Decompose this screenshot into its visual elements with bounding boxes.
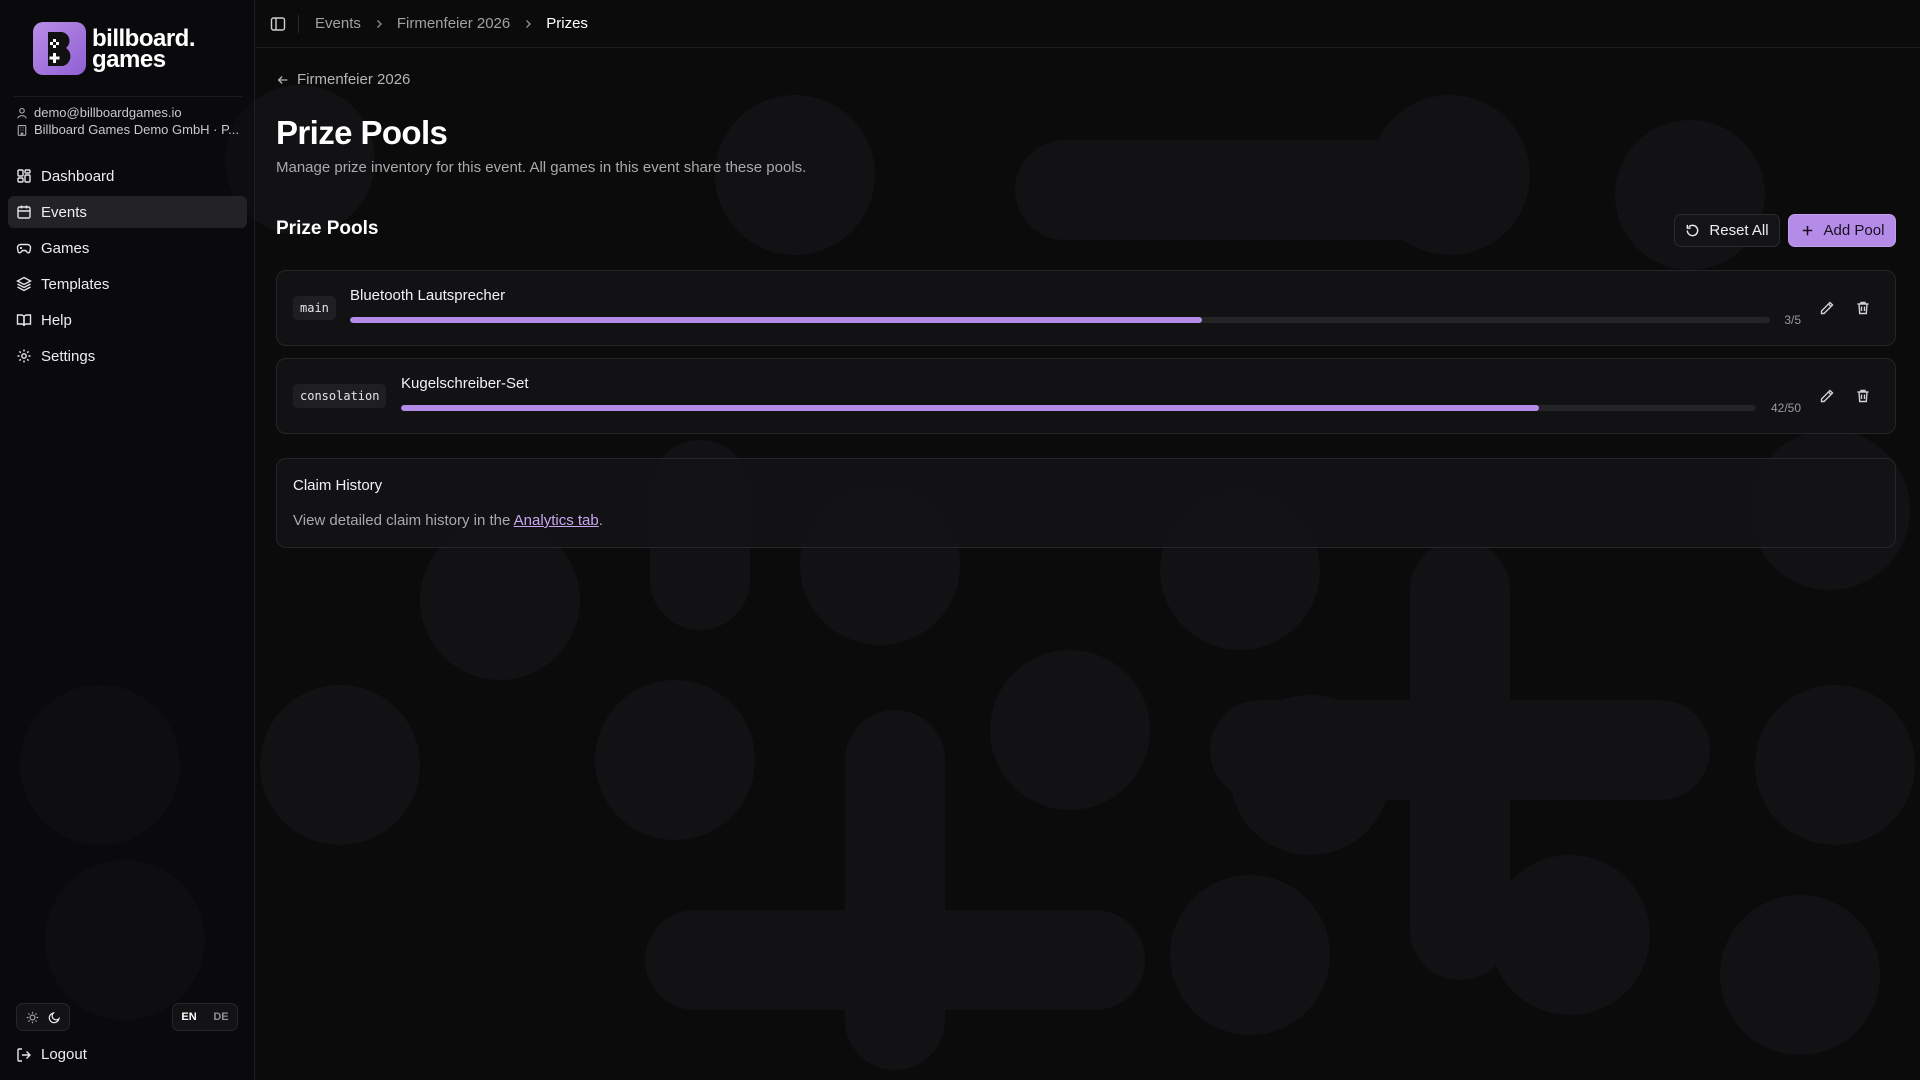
pool-progress-track [401,405,1756,411]
add-pool-label: Add Pool [1823,222,1885,239]
account-info: demo@billboardgames.io Billboard Games D… [16,104,241,138]
lang-en-option[interactable]: EN [181,1011,196,1023]
pool-name: Kugelschreiber-Set [401,375,529,392]
account-email-row: demo@billboardgames.io [16,104,241,121]
sidebar-item-label: Events [41,203,87,221]
pool-count: 42/50 [1770,401,1801,415]
sidebar-item-label: Help [41,311,72,329]
reset-icon [1687,224,1699,237]
trash-icon [1857,389,1869,403]
breadcrumb-current: Prizes [546,15,588,32]
claim-history-card: Claim History View detailed claim histor… [276,458,1896,548]
moon-icon[interactable] [48,1011,61,1024]
back-link[interactable]: Firmenfeier 2026 [276,71,410,88]
back-link-label: Firmenfeier 2026 [297,71,411,88]
account-email: demo@billboardgames.io [34,105,182,120]
sidebar-divider [14,96,242,97]
brand-line-2: games [92,45,166,73]
account-org-row: Billboard Games Demo GmbH · P... [16,121,241,138]
sidebar-item-settings[interactable]: Settings [8,340,247,372]
gear-icon [17,349,31,363]
add-pool-button[interactable]: Add Pool [1788,214,1896,247]
claim-history-text: View detailed claim history in the Analy… [293,512,603,529]
delete-pool-button[interactable] [1853,386,1873,406]
sidebar: billboard. games demo@billboardgames.io … [0,0,255,1080]
page-description: Manage prize inventory for this event. A… [276,159,807,176]
pencil-icon [1820,389,1834,403]
logout-icon [17,1047,31,1062]
top-bar: Events Firmenfeier 2026 Prizes [256,0,1920,48]
breadcrumb-events[interactable]: Events [315,15,361,32]
arrow-left-icon [277,75,288,84]
edit-pool-button[interactable] [1817,298,1837,318]
delete-pool-button[interactable] [1853,298,1873,318]
breadcrumb-event[interactable]: Firmenfeier 2026 [397,15,510,32]
sidebar-item-label: Games [41,239,90,257]
page-title: Prize Pools [276,114,448,151]
pencil-icon [1820,301,1834,315]
pool-card: main Bluetooth Lautsprecher 3/5 [276,270,1896,346]
book-icon [16,314,32,327]
sidebar-item-dashboard[interactable]: Dashboard [8,160,247,192]
brand-name: billboard. games [92,26,196,73]
sidebar-item-help[interactable]: Help [8,304,247,336]
pool-progress-fill [350,317,1202,323]
pool-progress-track [350,317,1770,323]
plus-icon [1802,225,1812,236]
sun-icon[interactable] [26,1011,39,1024]
lang-de-option[interactable]: DE [213,1011,228,1023]
sidebar-item-label: Settings [41,347,96,365]
sidebar-item-label: Dashboard [41,167,115,185]
sidebar-toggle-icon[interactable] [270,16,286,32]
language-toggle[interactable]: EN DE [172,1003,238,1031]
pool-name: Bluetooth Lautsprecher [350,287,506,304]
calendar-icon [17,205,31,219]
sidebar-item-games[interactable]: Games [8,232,247,264]
logout-button[interactable]: Logout [16,1046,87,1063]
building-icon [17,124,27,136]
brand-logo[interactable]: billboard. games [33,22,196,75]
analytics-tab-link[interactable]: Analytics tab [514,512,599,529]
gamepad-icon [16,243,32,254]
chevron-right-icon [376,19,382,28]
reset-all-button[interactable]: Reset All [1674,214,1780,247]
sidebar-item-events[interactable]: Events [8,196,247,228]
pool-tag: main [293,296,336,320]
pool-tag: consolation [293,384,387,408]
claim-history-text-before: View detailed claim history in the [293,512,514,529]
pool-progress-fill [401,405,1540,411]
reset-all-label: Reset All [1709,222,1769,239]
theme-toggle[interactable] [16,1003,70,1031]
edit-pool-button[interactable] [1817,386,1837,406]
sidebar-item-label: Templates [41,275,110,293]
trash-icon [1857,301,1869,315]
claim-history-text-after: . [598,512,603,529]
account-org: Billboard Games Demo GmbH · P... [34,122,239,137]
user-icon [17,107,27,118]
pool-card: consolation Kugelschreiber-Set 42/50 [276,358,1896,434]
section-title: Prize Pools [276,218,379,239]
logo-mark-icon [33,22,86,75]
chevron-right-icon [526,19,532,28]
claim-history-title: Claim History [293,477,383,494]
sidebar-item-templates[interactable]: Templates [8,268,247,300]
dashboard-icon [17,169,31,183]
breadcrumb: Events Firmenfeier 2026 Prizes [315,15,588,32]
pool-count: 3/5 [1784,313,1801,327]
sidebar-nav: Dashboard Events Games Templates Help Se… [8,160,247,376]
logout-label: Logout [41,1046,87,1063]
topbar-separator [298,14,299,33]
layers-icon [16,276,32,292]
